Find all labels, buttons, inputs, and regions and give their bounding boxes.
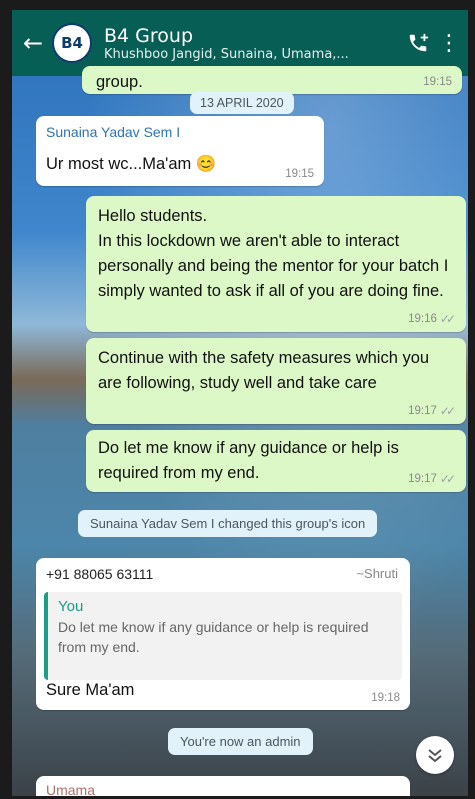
message-bubble-outgoing[interactable]: Hello students. In this lockdown we aren…: [86, 196, 466, 332]
message-text: Do let me know if any guidance or help i…: [98, 439, 399, 482]
date-badge: 13 APRIL 2020: [190, 92, 294, 114]
message-time: 19:18: [371, 692, 400, 704]
quoted-message[interactable]: You Do let me know if any guidance or he…: [44, 592, 402, 680]
group-avatar[interactable]: B4: [52, 23, 92, 63]
message-text: Sure Ma'am: [46, 681, 135, 699]
message-text: Ur most wc...Ma'am 😊: [46, 155, 217, 173]
message-time: 19:17 ✓✓: [408, 404, 456, 418]
message-bubble-outgoing[interactable]: Do let me know if any guidance or help i…: [86, 430, 466, 492]
message-time: 19:17 ✓✓: [408, 472, 456, 486]
read-ticks-icon: ✓✓: [439, 472, 456, 486]
chat-screen: ← B4 B4 Group Khushboo Jangid, Sunaina, …: [12, 10, 468, 796]
message-time: 19:15: [423, 76, 452, 88]
quoted-text: Do let me know if any guidance or help i…: [58, 619, 369, 655]
message-text: group.: [96, 73, 143, 91]
message-time: 19:15: [285, 168, 314, 180]
system-note-admin: You're now an admin: [168, 728, 313, 755]
group-info[interactable]: B4 Group Khushboo Jangid, Sunaina, Umama…: [104, 25, 400, 62]
message-bubble-prev[interactable]: group. 19:15: [82, 66, 462, 94]
message-time: 19:16 ✓✓: [408, 312, 456, 326]
read-ticks-icon: ✓✓: [439, 404, 456, 418]
message-text: Continue with the safety measures which …: [98, 349, 430, 392]
message-bubble-incoming[interactable]: Sunaina Yadav Sem I Ur most wc...Ma'am 😊…: [36, 116, 324, 186]
system-note-icon-changed: Sunaina Yadav Sem I changed this group's…: [78, 510, 378, 537]
reply-sender-phone: +91 88065 63111: [46, 566, 154, 582]
scroll-down-button[interactable]: [416, 736, 454, 774]
group-title: B4 Group: [104, 24, 194, 47]
message-bubble-outgoing[interactable]: Continue with the safety measures which …: [86, 338, 466, 424]
message-bubble-reply[interactable]: +91 88065 63111 ~Shruti You Do let me kn…: [36, 558, 410, 710]
reply-sender-name: ~Shruti: [356, 566, 398, 581]
read-ticks-icon: ✓✓: [439, 312, 456, 326]
message-bubble-next[interactable]: Umama: [36, 776, 410, 796]
group-members: Khushboo Jangid, Sunaina, Umama,...: [104, 46, 349, 62]
message-text: Hello students. In this lockdown we aren…: [98, 207, 449, 300]
quoted-author: You: [58, 598, 84, 615]
double-chevron-down-icon: [428, 749, 442, 763]
more-options-icon[interactable]: ⋮: [436, 31, 462, 56]
back-arrow-icon[interactable]: ←: [18, 29, 48, 57]
add-call-icon[interactable]: [400, 25, 436, 61]
message-sender: Sunaina Yadav Sem I: [46, 124, 181, 140]
message-sender: Umama: [46, 782, 96, 796]
